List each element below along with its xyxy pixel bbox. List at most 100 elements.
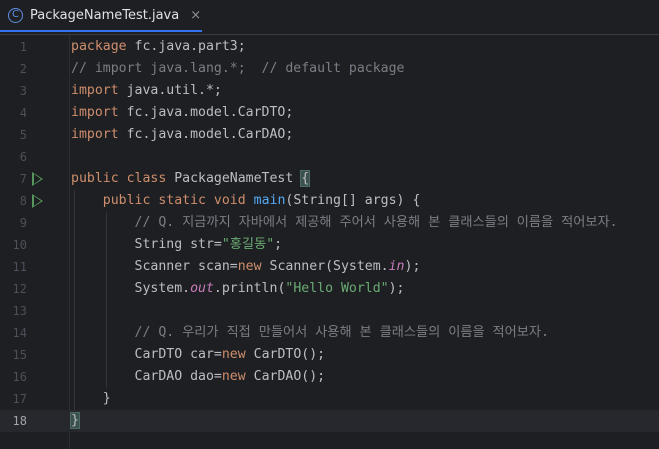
line-number[interactable]: 15: [0, 344, 27, 366]
code-line[interactable]: 6: [0, 146, 659, 168]
code-token-plain: CarDAO();: [245, 369, 326, 384]
code-line[interactable]: 13: [0, 300, 659, 322]
line-number[interactable]: 6: [0, 146, 27, 168]
line-number[interactable]: 8: [0, 190, 27, 212]
code-line[interactable]: 4 import fc.java.model.CarDTO;: [0, 102, 659, 124]
code-text: public static void main(String[] args) {: [71, 190, 421, 212]
code-token-kw: new: [221, 369, 246, 384]
code-token-plain: java.util.*;: [118, 83, 222, 98]
code-line[interactable]: 15 CarDTO car=new CarDTO();: [0, 344, 659, 366]
code-token-plain: (String[] args) {: [285, 193, 421, 208]
code-line[interactable]: 17 }: [0, 388, 659, 410]
code-text: import java.util.*;: [71, 80, 222, 102]
code-line[interactable]: 16 CarDAO dao=new CarDAO();: [0, 366, 659, 388]
code-token-plain: );: [404, 259, 421, 274]
code-line[interactable]: 8 public static void main(String[] args)…: [0, 190, 659, 212]
code-line[interactable]: 5 import fc.java.model.CarDAO;: [0, 124, 659, 146]
code-line[interactable]: 2 // import java.lang.*; // default packa…: [0, 58, 659, 80]
code-token-plain: .println(: [213, 281, 286, 296]
line-number[interactable]: 4: [0, 102, 27, 124]
code-token-brace: {: [300, 170, 311, 187]
code-token-plain: PackageNameTest: [166, 171, 302, 186]
code-line[interactable]: 3 import java.util.*;: [0, 80, 659, 102]
code-token-kw: import: [71, 83, 119, 98]
line-number[interactable]: 9: [0, 212, 27, 234]
line-number[interactable]: 11: [0, 256, 27, 278]
code-text: String str="홍길동";: [71, 234, 283, 256]
code-line[interactable]: 7 public class PackageNameTest {: [0, 168, 659, 190]
line-number[interactable]: 3: [0, 80, 27, 102]
code-token-plain: String str=: [71, 237, 222, 252]
code-text: System.out.println("Hello World");: [71, 278, 405, 300]
code-text: }: [70, 410, 80, 432]
code-text: CarDTO car=new CarDTO();: [71, 344, 326, 366]
line-number[interactable]: 7: [0, 168, 27, 190]
code-line[interactable]: 11 Scanner scan=new Scanner(System.in);: [0, 256, 659, 278]
code-text: // Q. 우리가 직접 만들어서 사용해 본 클래스들의 이름을 적어보자.: [71, 322, 549, 344]
code-text: import fc.java.model.CarDTO;: [71, 102, 293, 124]
code-token-plain: fc.java.model.CarDTO;: [118, 105, 294, 120]
code-token-cm: // Q. 우리가 직접 만들어서 사용해 본 클래스들의 이름을 적어보자.: [134, 325, 549, 340]
code-token-plain: Scanner scan=: [71, 259, 238, 274]
code-line[interactable]: 10 String str="홍길동";: [0, 234, 659, 256]
code-line[interactable]: 12 System.out.println("Hello World");: [0, 278, 659, 300]
line-number[interactable]: 13: [0, 300, 27, 322]
indent-guide: [74, 190, 75, 410]
code-text: package fc.java.part3;: [71, 36, 246, 58]
code-text: Scanner scan=new Scanner(System.in);: [71, 256, 421, 278]
line-number[interactable]: 1: [0, 36, 27, 58]
code-line[interactable]: 1 package fc.java.part3;: [0, 36, 659, 58]
code-text: import fc.java.model.CarDAO;: [71, 124, 293, 146]
code-text: CarDAO dao=new CarDAO();: [71, 366, 326, 388]
code-token-plain: CarDAO dao=: [71, 369, 222, 384]
line-number[interactable]: 5: [0, 124, 27, 146]
line-number[interactable]: 14: [0, 322, 27, 344]
line-number[interactable]: 17: [0, 388, 27, 410]
code-token-field: out: [190, 281, 214, 296]
code-token-kw: new: [221, 347, 246, 362]
code-token-kw: new: [237, 259, 262, 274]
code-token-plain: CarDTO car=: [71, 347, 222, 362]
code-text: // Q. 지금까지 자바에서 제공해 주어서 사용해 본 클래스들의 이름을 …: [71, 212, 618, 234]
code-token-kw: public static void: [102, 193, 246, 208]
code-token-fn: main: [253, 193, 286, 208]
code-token-str: "Hello World": [285, 281, 389, 296]
code-token-plain: ;: [274, 237, 283, 252]
code-line[interactable]: 18}: [0, 410, 659, 432]
code-text: public class PackageNameTest {: [71, 168, 311, 190]
code-token-plain: CarDTO();: [245, 347, 326, 362]
code-token-cm: // Q. 지금까지 자바에서 제공해 주어서 사용해 본 클래스들의 이름을 …: [134, 215, 618, 230]
run-gutter-icon[interactable]: [32, 194, 43, 208]
code-token-kw: public class: [71, 171, 167, 186]
code-token-cm: // import java.lang.*; // default packag…: [71, 61, 405, 76]
line-number[interactable]: 10: [0, 234, 27, 256]
line-number[interactable]: 12: [0, 278, 27, 300]
code-line[interactable]: 14 // Q. 우리가 직접 만들어서 사용해 본 클래스들의 이름을 적어보…: [0, 322, 659, 344]
code-line[interactable]: 9 // Q. 지금까지 자바에서 제공해 주어서 사용해 본 클래스들의 이름…: [0, 212, 659, 234]
code-token-kw: package: [71, 39, 127, 54]
editor-tab-bar: C PackageNameTest.java ×: [0, 0, 659, 35]
code-text: // import java.lang.*; // default packag…: [71, 58, 404, 80]
code-token-plain: fc.java.part3;: [126, 39, 246, 54]
code-token-plain: );: [388, 281, 405, 296]
close-tab-icon[interactable]: ×: [190, 8, 201, 23]
code-token-plain: Scanner(System.: [261, 259, 389, 274]
code-token-str: "홍길동": [221, 237, 275, 252]
indent-guide: [106, 212, 107, 388]
run-gutter-icon[interactable]: [32, 172, 43, 186]
code-token-kw: import: [71, 127, 119, 142]
code-token-plain: fc.java.model.CarDAO;: [118, 127, 294, 142]
java-class-icon: C: [8, 7, 23, 23]
line-number[interactable]: 16: [0, 366, 27, 388]
line-number[interactable]: 18: [0, 410, 27, 432]
code-token-plain: System.: [71, 281, 191, 296]
code-text: }: [71, 388, 111, 410]
tab-title: PackageNameTest.java: [30, 7, 180, 23]
code-token-field: in: [388, 259, 405, 274]
line-number[interactable]: 2: [0, 58, 27, 80]
tab-package-name-test[interactable]: C PackageNameTest.java ×: [0, 0, 202, 32]
